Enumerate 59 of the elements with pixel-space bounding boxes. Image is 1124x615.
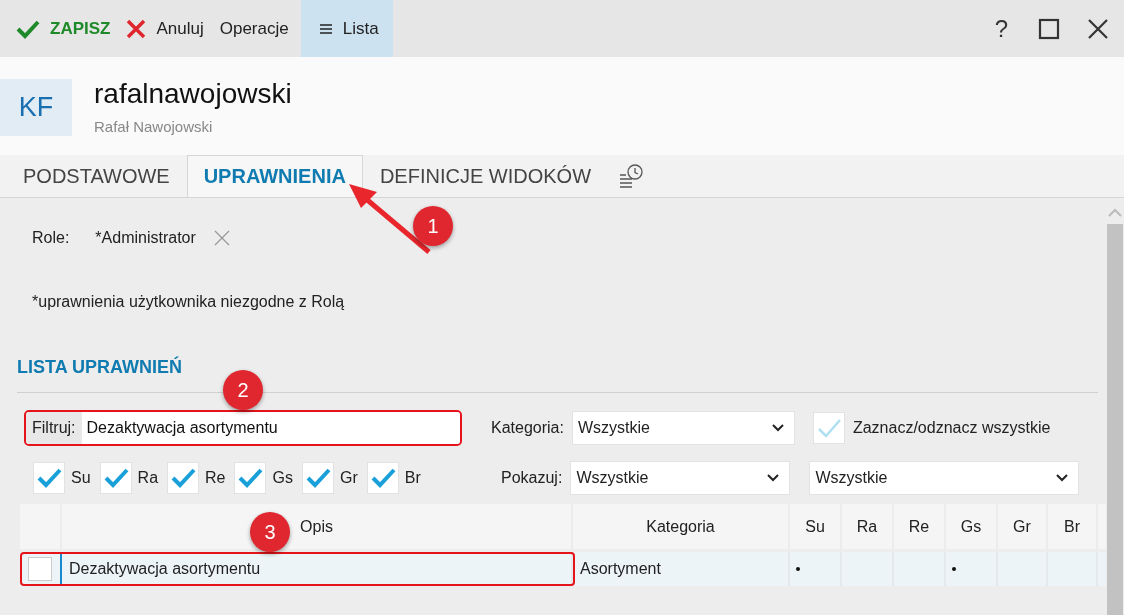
history-icon[interactable]	[618, 164, 644, 188]
checkbox[interactable]	[301, 462, 334, 494]
category-select[interactable]: Wszystkie	[571, 411, 795, 445]
checkbox[interactable]	[366, 462, 399, 494]
help-button[interactable]: ?	[978, 0, 1024, 57]
step-badge: 2	[223, 370, 263, 410]
check-icon	[815, 417, 842, 439]
column-header[interactable]: Gs	[946, 504, 998, 549]
tab[interactable]: DEFINICJE WIDOKÓW	[362, 155, 608, 197]
check-icon	[16, 18, 40, 39]
select-all-label: Zaznacz/odznacz wszystkie	[852, 419, 1051, 437]
show-select[interactable]: Wszystkie	[570, 461, 791, 495]
checkbox[interactable]	[234, 462, 267, 494]
step-badge: 1	[413, 206, 453, 246]
table-row[interactable]: Dezaktywacja asortymentu Asortyment	[20, 552, 1106, 586]
checkbox[interactable]	[33, 462, 65, 494]
role-value: *Administrator	[95, 229, 196, 247]
column-header[interactable]: Ra	[842, 504, 894, 549]
column-header[interactable]: Su	[790, 504, 842, 549]
note-text: *uprawnienia użytkownika niezgodne z Rolą	[31, 293, 346, 311]
show-select[interactable]: Wszystkie	[809, 461, 1080, 495]
toolbar-button[interactable]: Lista	[300, 0, 393, 57]
filter-field[interactable]: Filtruj: Dezaktywacja asortymentu	[24, 410, 462, 446]
tab[interactable]: UPRAWNIENIA	[186, 155, 363, 197]
scrollbar-thumb[interactable]	[1107, 224, 1123, 615]
checkbox-label: Gs	[272, 469, 293, 487]
column-header[interactable]: Br	[1048, 504, 1098, 549]
checkbox-label: Br	[404, 469, 421, 487]
chevron-icon	[767, 474, 780, 482]
close-icon	[126, 18, 147, 39]
checkbox-label: Re	[205, 469, 226, 487]
column-header[interactable]: Re	[894, 504, 946, 549]
column-header[interactable]: Kategoria	[573, 504, 790, 549]
toolbar-button[interactable]: Operacje	[211, 0, 297, 57]
avatar: KF	[0, 78, 72, 136]
user-name: rafalnawojowski	[94, 77, 292, 110]
tab[interactable]: PODSTAWOWE	[6, 155, 187, 197]
show-label: Pokazuj:	[501, 469, 563, 487]
full-name: Rafał Nawojowski	[94, 117, 214, 135]
checkbox-label: Ra	[137, 469, 159, 487]
checkbox-label: Gr	[339, 469, 358, 487]
table-cell: Asortyment	[573, 552, 790, 586]
remove-icon[interactable]	[213, 230, 230, 246]
toolbar-button[interactable]: Anuluj	[118, 0, 212, 57]
chevron-icon	[1056, 474, 1069, 482]
scroll-up-icon[interactable]	[1108, 208, 1122, 218]
section-title: LISTA UPRAWNIEŃ	[17, 357, 183, 378]
toolbar-button[interactable]: ZAPISZ	[8, 0, 119, 57]
checkbox[interactable]	[167, 462, 200, 494]
role-label: Role:	[32, 229, 70, 247]
checkbox[interactable]	[99, 462, 132, 494]
row-checkbox[interactable]	[28, 557, 52, 581]
category-label: Kategoria:	[491, 419, 564, 437]
close-icon[interactable]	[1088, 18, 1108, 39]
checkbox-label: Su	[71, 469, 91, 487]
maximize-icon[interactable]	[1038, 17, 1060, 40]
column-header[interactable]: Gr	[998, 504, 1048, 549]
chevron-icon	[771, 424, 784, 432]
menu-icon	[318, 22, 333, 35]
